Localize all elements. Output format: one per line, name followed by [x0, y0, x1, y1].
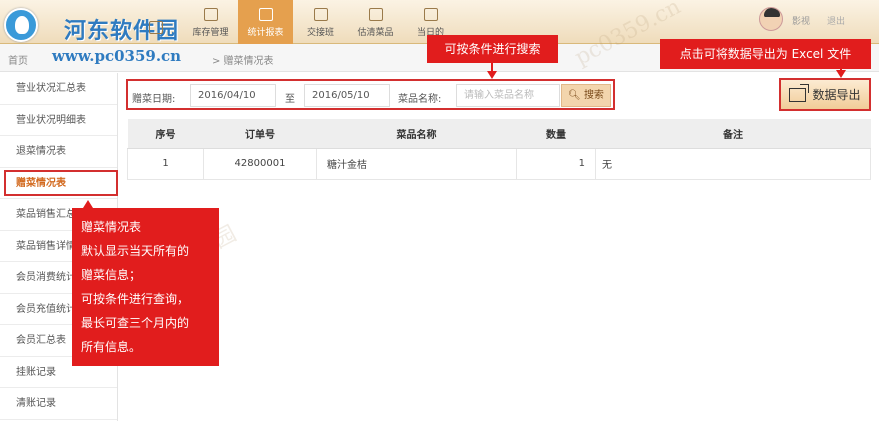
nav-label: 交接班	[306, 28, 334, 38]
col-header: 备注	[595, 119, 871, 149]
logout-link[interactable]: 退出	[827, 14, 845, 27]
end-date-input[interactable]: 2016/05/10	[304, 84, 390, 107]
breadcrumb-current: > 赠菜情况表	[212, 56, 274, 67]
export-hint-arrow	[836, 70, 846, 78]
sidebar-item-business-detail[interactable]: 营业状况明细表	[0, 105, 117, 136]
nav-label: 统计报表	[247, 28, 284, 38]
side-hint-line: 可按条件进行查询，	[81, 292, 190, 306]
export-hint-callout: 点击可将数据导出为 Excel 文件	[660, 39, 871, 69]
breadcrumb-home[interactable]: 首页	[8, 52, 28, 67]
side-hint-callout: 赠菜情况表 默认显示当天所有的 赠菜信息； 可按条件进行查询， 最长可查三个月内…	[72, 208, 219, 366]
nav-icon	[148, 21, 163, 34]
user-name: 影视	[792, 17, 811, 27]
cell-order: 42800001	[203, 147, 317, 180]
sidebar-item-business-summary[interactable]: 营业状况汇总表	[0, 73, 117, 105]
search-hint-callout: 可按条件进行搜索	[427, 35, 558, 63]
bag-icon	[313, 8, 328, 21]
nav-item-soldout[interactable]: 估清菜品	[348, 0, 403, 44]
watermark-url: www.pc0359.cn	[52, 47, 182, 65]
col-header: 菜品名称	[316, 119, 517, 149]
sidebar-item-settle[interactable]: 清账记录	[0, 388, 117, 420]
search-label: 搜索	[583, 90, 604, 101]
export-button[interactable]: 数据导出	[779, 78, 871, 111]
filter-bar: 赠菜日期: 2016/04/10 至 2016/05/10 菜品名称: 请输入菜…	[126, 79, 615, 110]
nav-item-reports[interactable]: 统计报表	[238, 0, 293, 44]
dish-name-input[interactable]: 请输入菜品名称	[456, 84, 560, 107]
edit-icon	[423, 8, 438, 21]
to-label: 至	[285, 94, 295, 105]
nav-item-blank[interactable]	[128, 0, 183, 44]
cell-qty: 1	[516, 147, 596, 180]
main-nav: 库存管理 统计报表 交接班 估清菜品 当日的	[128, 0, 458, 44]
gift-table: 序号 订单号 菜品名称 数量 备注 1 42800001 糖汁金桔 1 无	[127, 119, 871, 180]
search-hint-arrow	[487, 71, 497, 79]
calendar-icon	[368, 8, 383, 21]
side-hint-line: 赠菜情况表	[81, 220, 142, 234]
export-icon	[789, 83, 810, 102]
side-hint-line: 默认显示当天所有的	[81, 244, 190, 258]
nav-label: 库存管理	[192, 28, 229, 38]
nav-item-inventory[interactable]: 库存管理	[183, 0, 238, 44]
sidebar-highlight-box	[4, 170, 118, 196]
cell-dish: 糖汁金桔	[316, 147, 517, 180]
table-header-row: 序号 订单号 菜品名称 数量 备注	[127, 119, 871, 149]
start-date-input[interactable]: 2016/04/10	[190, 84, 276, 107]
nav-label: 估清菜品	[357, 28, 394, 38]
table-row[interactable]: 1 42800001 糖汁金桔 1 无	[127, 147, 871, 180]
date-label: 赠菜日期:	[132, 94, 176, 105]
col-header: 订单号	[203, 119, 317, 149]
export-label: 数据导出	[812, 88, 861, 102]
logo-icon	[4, 8, 38, 42]
avatar[interactable]	[759, 7, 783, 31]
nav-item-shift[interactable]: 交接班	[293, 0, 348, 44]
search-button[interactable]: 🔍︎ 搜索	[561, 84, 611, 107]
cell-note: 无	[595, 147, 871, 180]
side-hint-line: 所有信息。	[81, 340, 142, 354]
side-hint-line: 最长可查三个月内的	[81, 316, 190, 330]
dish-label: 菜品名称:	[398, 94, 442, 105]
bar-chart-icon	[258, 8, 273, 21]
sidebar-item-returns[interactable]: 退菜情况表	[0, 136, 117, 168]
col-header: 序号	[127, 119, 204, 149]
clock-icon	[203, 8, 218, 21]
side-hint-arrow	[83, 200, 93, 208]
search-icon: 🔍︎	[568, 90, 581, 101]
cell-index: 1	[127, 147, 204, 180]
side-hint-line: 赠菜信息；	[81, 268, 142, 282]
col-header: 数量	[516, 119, 596, 149]
